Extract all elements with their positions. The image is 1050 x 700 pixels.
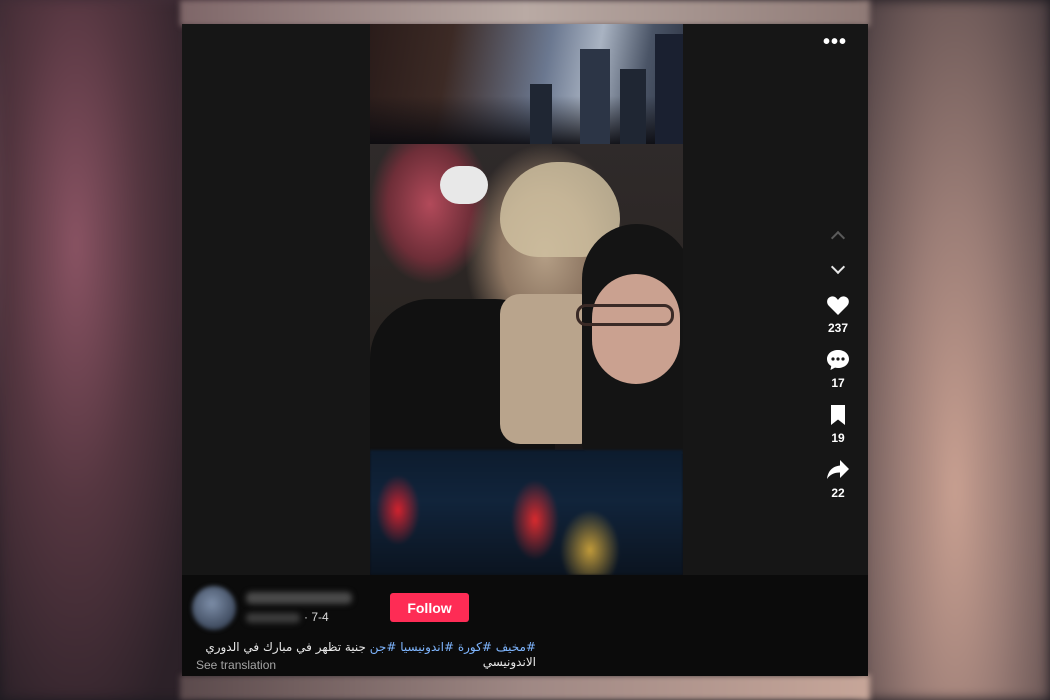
video-crowd-scene xyxy=(370,144,683,454)
avatar[interactable] xyxy=(192,586,236,630)
comment-icon[interactable] xyxy=(826,349,850,371)
building-shape xyxy=(530,84,552,144)
video-player[interactable]: ••• 237 17 19 22 xyxy=(182,24,868,575)
share-arrow-icon[interactable] xyxy=(826,459,850,481)
nickname-blurred xyxy=(246,613,300,623)
background-blur-bottom xyxy=(180,675,870,700)
hashtag-link[interactable]: #كورة xyxy=(458,640,492,654)
background-blur-left xyxy=(0,0,190,700)
face-mask-shape xyxy=(440,166,488,204)
heart-icon[interactable] xyxy=(826,294,850,316)
video-frame[interactable] xyxy=(370,24,683,575)
follow-button[interactable]: Follow xyxy=(390,593,469,622)
video-city-scene xyxy=(370,24,683,144)
see-translation-link[interactable]: See translation xyxy=(196,658,276,672)
comment-count: 17 xyxy=(831,376,845,390)
building-shape xyxy=(655,34,683,144)
chevron-up-icon[interactable] xyxy=(826,224,850,248)
post-date: · 7-4 xyxy=(304,610,329,624)
building-shape xyxy=(580,49,610,144)
comment-action[interactable]: 17 xyxy=(820,349,856,390)
building-shape xyxy=(620,69,646,144)
more-horizontal-icon[interactable]: ••• xyxy=(822,32,848,52)
background-blur-top xyxy=(180,0,870,26)
hashtag-link[interactable]: #مخيف xyxy=(496,640,536,654)
post-info-footer: · 7-4 Follow #مخيف #كورة #اندونيسيا #جن … xyxy=(182,575,868,676)
username-blurred[interactable] xyxy=(246,592,352,604)
hashtag-link[interactable]: #جن xyxy=(370,640,397,654)
like-action[interactable]: 237 xyxy=(820,294,856,335)
hashtag-link[interactable]: #اندونيسيا xyxy=(400,640,454,654)
share-action[interactable]: 22 xyxy=(820,459,856,500)
like-count: 237 xyxy=(827,321,849,335)
face-shape xyxy=(592,274,680,384)
bookmark-icon[interactable] xyxy=(829,404,847,426)
save-action[interactable]: 19 xyxy=(820,404,856,445)
share-count: 22 xyxy=(831,486,845,500)
video-post-card: ••• 237 17 19 22 · 7-4 Follow #مخيف #كور… xyxy=(182,24,868,676)
glasses-shape xyxy=(576,304,674,326)
save-count: 19 xyxy=(831,431,845,445)
background-blur-right xyxy=(860,0,1050,700)
chevron-down-icon[interactable] xyxy=(826,257,850,281)
video-lights-scene xyxy=(370,450,683,575)
